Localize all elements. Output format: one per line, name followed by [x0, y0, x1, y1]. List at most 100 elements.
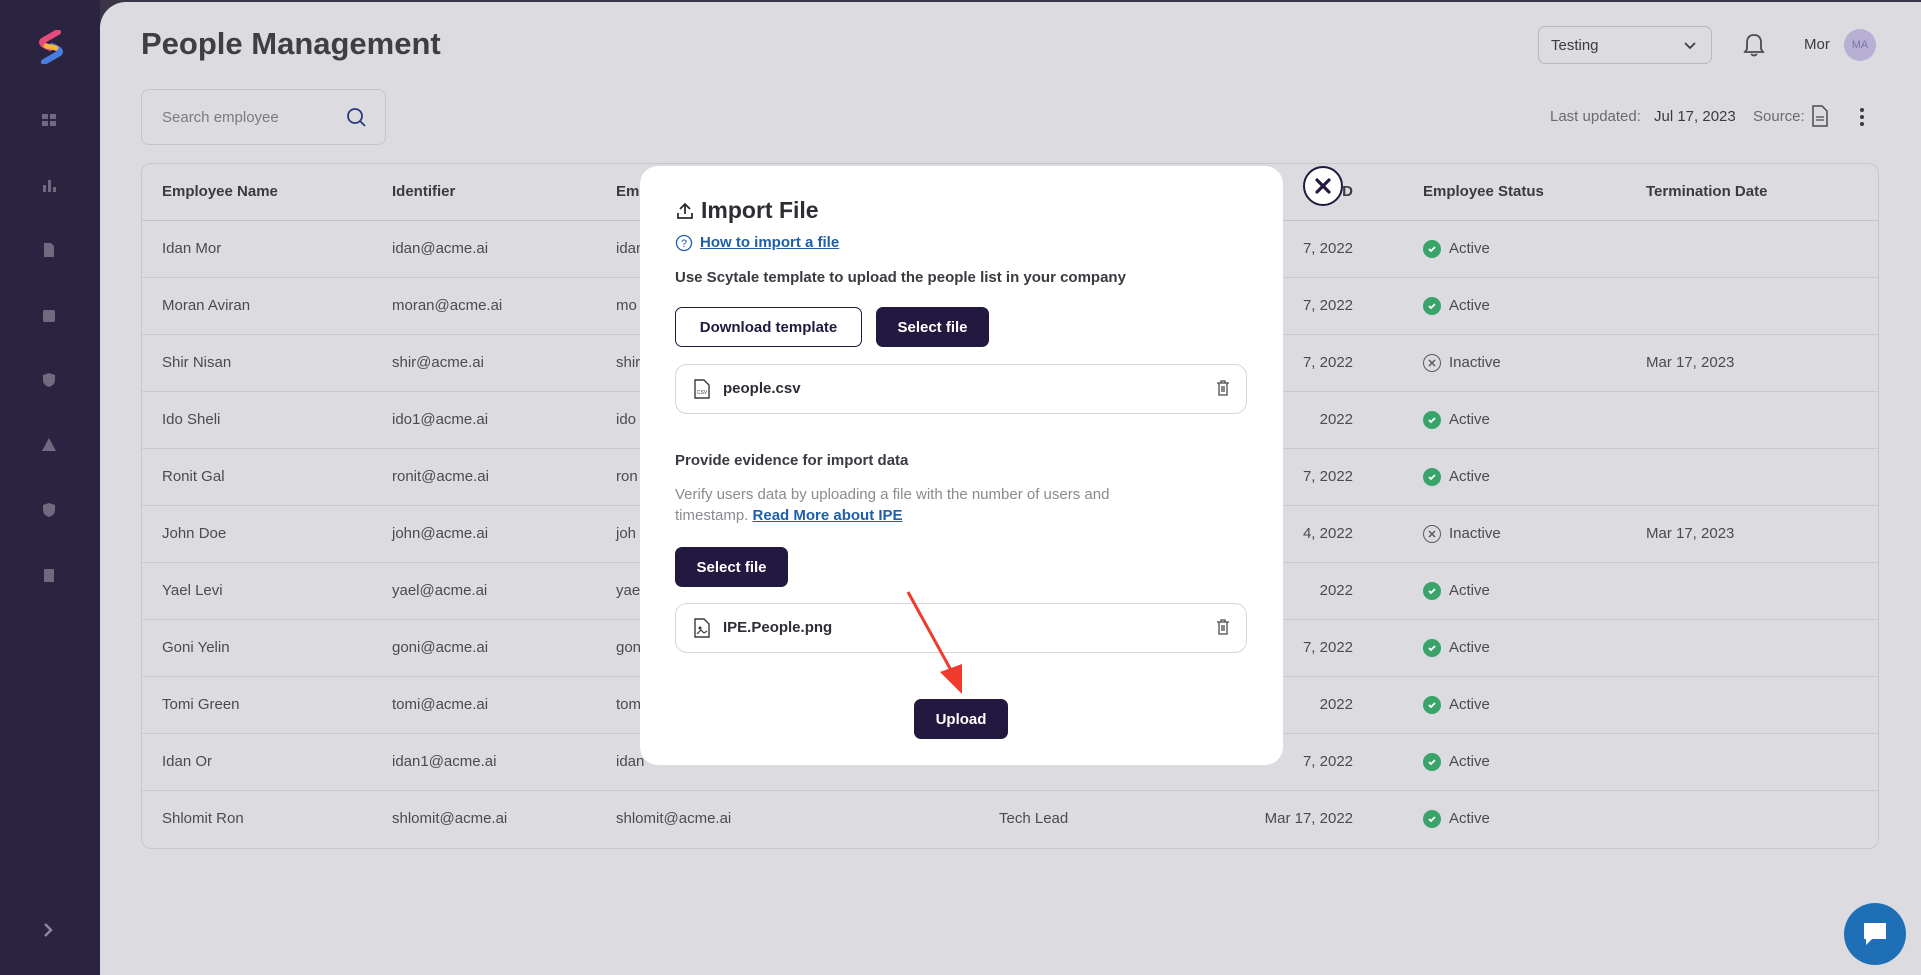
file-name: IPE.People.png	[723, 619, 833, 636]
start-date-cell: Mar 17, 2022	[1264, 810, 1353, 828]
column-header[interactable]: Termination Date	[1626, 164, 1878, 221]
evidence-title: Provide evidence for import data	[675, 452, 909, 469]
file-icon[interactable]	[1811, 105, 1829, 127]
trash-icon[interactable]	[1216, 618, 1230, 636]
termination-date-cell: Mar 17, 2023	[1626, 505, 1878, 563]
status-cell: Active	[1403, 562, 1626, 620]
more-options-icon[interactable]	[1858, 106, 1866, 128]
status-badge: Inactive	[1423, 353, 1626, 372]
check-circle-icon	[1423, 239, 1441, 258]
employee-name-cell: Idan Or	[142, 733, 372, 791]
user-name[interactable]: Mor	[1804, 36, 1830, 53]
chevron-right-icon[interactable]	[40, 920, 56, 940]
check-circle-icon	[1423, 467, 1441, 486]
status-label: Active	[1449, 753, 1490, 770]
select-evidence-file-button[interactable]: Select file	[675, 547, 788, 587]
employee-name-cell: Yael Levi	[142, 562, 372, 620]
dashboard-icon[interactable]	[40, 111, 58, 129]
bar-chart-icon[interactable]	[40, 176, 58, 194]
check-circle-icon	[1423, 809, 1441, 828]
select-file-button[interactable]: Select file	[876, 307, 989, 347]
identifier-cell: ronit@acme.ai	[372, 448, 596, 506]
employee-name-cell: Tomi Green	[142, 676, 372, 734]
clipboard-icon[interactable]	[40, 566, 58, 584]
status-label: Active	[1449, 639, 1490, 656]
table-row[interactable]: Shlomit Ron shlomit@acme.ai shlomit@acme.a…	[142, 790, 1878, 847]
status-cell: Inactive	[1403, 505, 1626, 563]
email-cell: shlomit@acme.ai	[616, 810, 732, 828]
identifier-cell: yael@acme.ai	[372, 562, 596, 620]
warning-icon[interactable]	[40, 436, 58, 454]
uploaded-file-row: CSV people.csv	[675, 364, 1247, 414]
last-updated-label: Last updated:	[1550, 108, 1641, 125]
chat-button[interactable]	[1844, 903, 1906, 965]
trash-icon[interactable]	[1216, 379, 1230, 397]
sidebar	[0, 0, 100, 975]
status-cell: Active	[1403, 733, 1626, 791]
status-badge: Active	[1423, 695, 1626, 714]
modal-instruction: Use Scytale template to upload the peopl…	[675, 269, 1126, 286]
workspace-select[interactable]: Testing	[1538, 26, 1712, 64]
identifier-cell: shlomit@acme.ai	[392, 810, 508, 828]
status-badge: Active	[1423, 467, 1626, 486]
calendar-icon[interactable]	[40, 306, 58, 324]
status-badge: Active	[1423, 410, 1626, 429]
image-file-icon	[694, 618, 710, 638]
close-icon	[1315, 178, 1331, 194]
employee-name-cell: Ronit Gal	[142, 448, 372, 506]
evidence-description: Verify users data by uploading a file wi…	[675, 484, 1125, 526]
employee-name-cell: Shir Nisan	[142, 334, 372, 392]
user-shield-icon[interactable]	[40, 501, 58, 519]
identifier-cell: goni@acme.ai	[372, 619, 596, 677]
role-cell: Tech Lead	[999, 810, 1069, 828]
chevron-down-icon	[1684, 42, 1696, 50]
identifier-cell: shir@acme.ai	[372, 334, 596, 392]
close-modal-button[interactable]	[1303, 166, 1343, 206]
employee-name-cell: Ido Sheli	[142, 391, 372, 449]
how-to-import-link[interactable]: How to import a file	[700, 234, 839, 251]
check-circle-icon	[1423, 752, 1441, 771]
check-circle-icon	[1423, 695, 1441, 714]
check-circle-icon	[1423, 410, 1441, 429]
check-circle-icon	[1423, 296, 1441, 315]
modal-title: Import File	[701, 197, 819, 223]
bell-icon[interactable]	[1742, 32, 1766, 58]
status-cell: Active	[1403, 790, 1626, 847]
status-badge: Active	[1423, 239, 1626, 258]
x-circle-icon	[1423, 353, 1441, 372]
search-input[interactable]	[162, 106, 332, 128]
upload-button[interactable]: Upload	[914, 699, 1008, 739]
file-name: people.csv	[723, 380, 801, 397]
help-icon: ?	[675, 234, 693, 252]
status-label: Active	[1449, 582, 1490, 599]
column-header[interactable]: Employee Status	[1403, 164, 1626, 221]
avatar[interactable]: MA	[1844, 29, 1876, 61]
page-title: People Management	[141, 26, 441, 61]
termination-date-cell	[1626, 562, 1878, 620]
status-label: Active	[1449, 696, 1490, 713]
employee-name-cell: Moran Aviran	[142, 277, 372, 335]
column-header[interactable]: Employee Name	[142, 164, 372, 221]
employee-name-cell: John Doe	[142, 505, 372, 563]
search-icon[interactable]	[345, 106, 367, 128]
search-box	[141, 89, 386, 145]
status-badge: Active	[1423, 581, 1626, 600]
status-label: Active	[1449, 411, 1490, 428]
status-badge: Active	[1423, 296, 1626, 315]
status-cell: Active	[1403, 676, 1626, 734]
status-label: Active	[1449, 240, 1490, 257]
read-more-ipe-link[interactable]: Read More about IPE	[753, 507, 903, 524]
status-cell: Active	[1403, 220, 1626, 278]
download-template-button[interactable]: Download template	[675, 307, 862, 347]
app-logo[interactable]	[36, 30, 66, 64]
termination-date-cell	[1626, 676, 1878, 734]
employee-name-cell: Goni Yelin	[142, 619, 372, 677]
check-circle-icon	[1423, 638, 1441, 657]
document-icon[interactable]	[40, 241, 58, 259]
identifier-cell: idan1@acme.ai	[372, 733, 596, 791]
identifier-cell: ido1@acme.ai	[372, 391, 596, 449]
employee-name-cell: Idan Mor	[142, 220, 372, 278]
shield-icon[interactable]	[40, 371, 58, 389]
status-label: Active	[1449, 468, 1490, 485]
column-header[interactable]: Identifier	[372, 164, 596, 221]
